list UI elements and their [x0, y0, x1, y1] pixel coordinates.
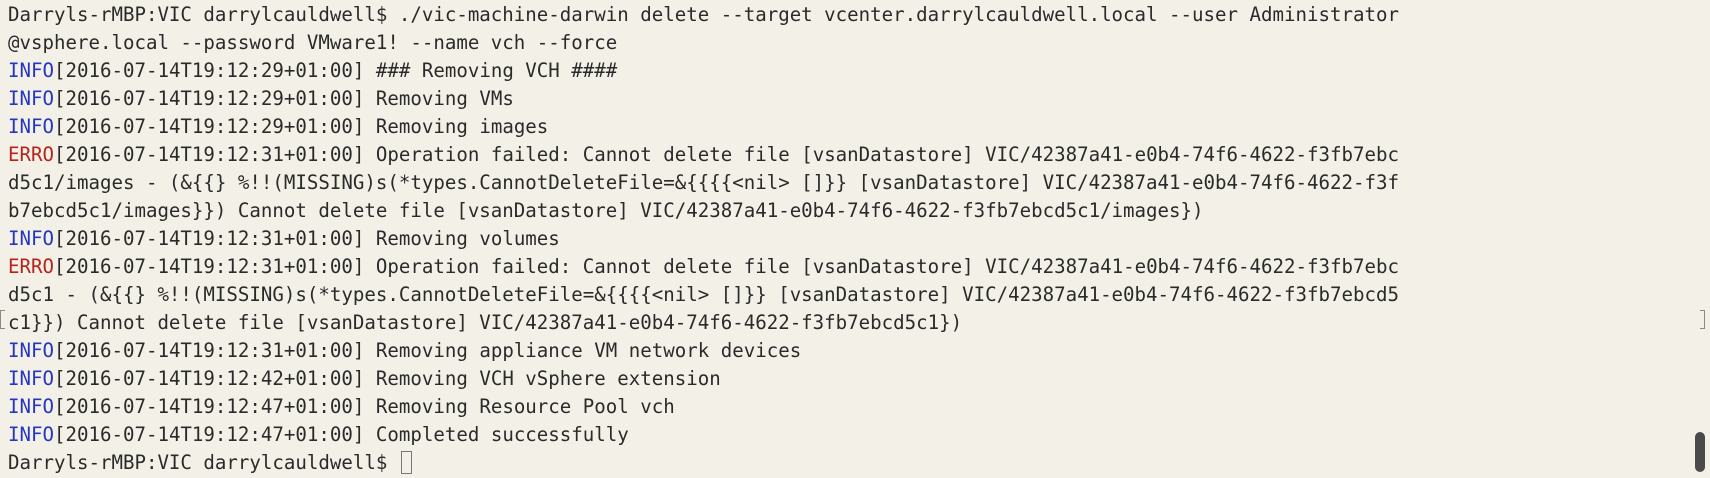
log-level-info: INFO: [8, 227, 54, 250]
command-line-continuation: @vsphere.local --password VMware1! --nam…: [8, 31, 618, 54]
log-line: INFO[2016-07-14T19:12:31+01:00] Removing…: [8, 225, 1710, 253]
log-message: Removing images: [364, 115, 549, 138]
log-line: INFO[2016-07-14T19:12:42+01:00] Removing…: [8, 365, 1710, 393]
log-message: Operation failed: Cannot delete file [vs…: [364, 143, 1399, 166]
log-timestamp: [2016-07-14T19:12:31+01:00]: [53, 227, 365, 250]
prompt-line[interactable]: Darryls-rMBP:VIC darrylcauldwell$: [8, 449, 1710, 477]
log-timestamp: [2016-07-14T19:12:47+01:00]: [53, 395, 365, 418]
log-message: Removing Resource Pool vch: [364, 395, 675, 418]
log-timestamp: [2016-07-14T19:12:47+01:00]: [53, 423, 365, 446]
log-line: INFO[2016-07-14T19:12:29+01:00] Removing…: [8, 113, 1710, 141]
log-level-info: INFO: [8, 367, 54, 390]
log-message: Removing appliance VM network devices: [364, 339, 802, 362]
log-level-error: ERRO: [8, 255, 54, 278]
log-timestamp: [2016-07-14T19:12:42+01:00]: [53, 367, 365, 390]
log-level-info: INFO: [8, 423, 54, 446]
log-timestamp: [2016-07-14T19:12:29+01:00]: [53, 59, 365, 82]
log-level-info: INFO: [8, 87, 54, 110]
text-cursor[interactable]: [400, 451, 412, 474]
log-timestamp: [2016-07-14T19:12:29+01:00]: [53, 115, 365, 138]
log-level-info: INFO: [8, 395, 54, 418]
log-message: Operation failed: Cannot delete file [vs…: [364, 255, 1399, 278]
log-line: INFO[2016-07-14T19:12:47+01:00] Removing…: [8, 393, 1710, 421]
log-message: ### Removing VCH ####: [364, 59, 618, 82]
log-level-info: INFO: [8, 115, 54, 138]
log-line: ERRO[2016-07-14T19:12:31+01:00] Operatio…: [8, 253, 1710, 281]
log-timestamp: [2016-07-14T19:12:31+01:00]: [53, 255, 365, 278]
wrap-marker-left: [0, 310, 5, 329]
log-line: INFO[2016-07-14T19:12:31+01:00] Removing…: [8, 337, 1710, 365]
log-level-error: ERRO: [8, 143, 54, 166]
log-timestamp: [2016-07-14T19:12:31+01:00]: [53, 339, 365, 362]
shell-prompt: Darryls-rMBP:VIC darrylcauldwell$: [8, 451, 399, 474]
log-line: ERRO[2016-07-14T19:12:31+01:00] Operatio…: [8, 141, 1710, 169]
log-message: Removing VCH vSphere extension: [364, 367, 721, 390]
log-line-continuation: b7ebcd5c1/images}}) Cannot delete file […: [8, 199, 1204, 222]
log-line: INFO[2016-07-14T19:12:47+01:00] Complete…: [8, 421, 1710, 449]
log-level-info: INFO: [8, 59, 54, 82]
log-timestamp: [2016-07-14T19:12:31+01:00]: [53, 143, 365, 166]
command-line: Darryls-rMBP:VIC darrylcauldwell$ ./vic-…: [8, 3, 1399, 26]
log-line: INFO[2016-07-14T19:12:29+01:00] ### Remo…: [8, 57, 1710, 85]
log-timestamp: [2016-07-14T19:12:29+01:00]: [53, 87, 365, 110]
scrollbar-thumb[interactable]: [1695, 432, 1705, 472]
log-message: Completed successfully: [364, 423, 629, 446]
log-line-continuation: c1}}) Cannot delete file [vsanDatastore]…: [8, 311, 963, 334]
log-line: INFO[2016-07-14T19:12:29+01:00] Removing…: [8, 85, 1710, 113]
terminal-window[interactable]: Darryls-rMBP:VIC darrylcauldwell$ ./vic-…: [0, 0, 1710, 478]
log-line-continuation: d5c1/images - (&{{} %!!(MISSING)s(*types…: [8, 171, 1399, 194]
log-level-info: INFO: [8, 339, 54, 362]
log-message: Removing VMs: [364, 87, 514, 110]
wrap-marker-right: [1700, 310, 1705, 329]
log-line-continuation: d5c1 - (&{{} %!!(MISSING)s(*types.Cannot…: [8, 283, 1399, 306]
log-message: Removing volumes: [364, 227, 560, 250]
